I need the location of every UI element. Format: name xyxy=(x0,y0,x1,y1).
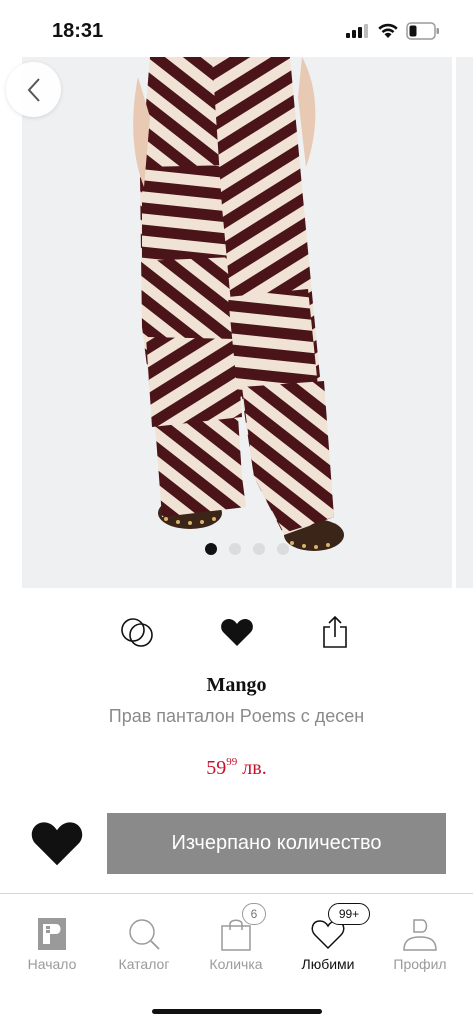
gallery-dot[interactable] xyxy=(205,543,217,555)
share-button[interactable] xyxy=(313,610,357,654)
tab-label: Профил xyxy=(393,956,447,972)
search-icon xyxy=(129,919,160,950)
tab-catalog[interactable]: Каталог xyxy=(97,894,191,984)
battery-icon xyxy=(406,22,439,40)
favorite-toggle-button[interactable] xyxy=(215,610,259,654)
product-name: Прав панталон Poems с десен xyxy=(108,706,365,726)
tab-label: Количка xyxy=(209,956,263,972)
price-fraction: 99 xyxy=(226,756,238,768)
gallery-dot[interactable] xyxy=(229,543,241,555)
favorites-count-badge: 99+ xyxy=(328,903,370,925)
tab-label: Каталог xyxy=(118,956,170,972)
gallery-pagination xyxy=(205,543,289,555)
compare-circles-icon xyxy=(121,618,153,647)
product-photo xyxy=(22,57,452,588)
chevron-left-icon xyxy=(27,77,40,102)
sold-out-button[interactable]: Изчерпано количество xyxy=(107,813,446,874)
heart-filled-icon xyxy=(221,618,253,646)
status-bar: 18:31 xyxy=(0,0,473,56)
tab-favorites[interactable]: 99+ Любими xyxy=(281,894,375,984)
compare-button[interactable] xyxy=(115,610,159,654)
tab-home[interactable]: Начало xyxy=(5,894,99,984)
home-indicator xyxy=(152,1009,322,1014)
gallery-dot[interactable] xyxy=(277,543,289,555)
wifi-icon xyxy=(378,23,398,38)
tab-label: Любими xyxy=(301,956,355,972)
gallery-dot[interactable] xyxy=(253,543,265,555)
product-actions xyxy=(0,610,473,654)
add-to-favorites-button[interactable] xyxy=(30,818,84,868)
price-currency: лв. xyxy=(242,757,267,779)
share-icon xyxy=(323,615,347,648)
tab-label: Начало xyxy=(27,956,77,972)
tab-profile[interactable]: Профил xyxy=(373,894,467,984)
back-button[interactable] xyxy=(6,62,61,117)
tab-cart[interactable]: 6 Количка xyxy=(189,894,283,984)
product-brand[interactable]: Mango xyxy=(0,674,473,697)
product-price: 5999 лв. xyxy=(0,756,473,780)
cart-count-badge: 6 xyxy=(242,903,266,925)
cellular-signal-icon xyxy=(346,24,368,38)
price-whole: 59 xyxy=(206,757,227,779)
status-time: 18:31 xyxy=(52,20,104,42)
product-image[interactable] xyxy=(22,57,452,588)
bottom-tab-bar: Начало Каталог 6 Количка 99+ Любими Проф… xyxy=(0,893,473,1024)
next-product-image-peek[interactable] xyxy=(456,57,473,588)
heart-filled-icon xyxy=(31,822,83,866)
home-logo-icon xyxy=(38,918,66,950)
user-icon xyxy=(403,919,437,951)
